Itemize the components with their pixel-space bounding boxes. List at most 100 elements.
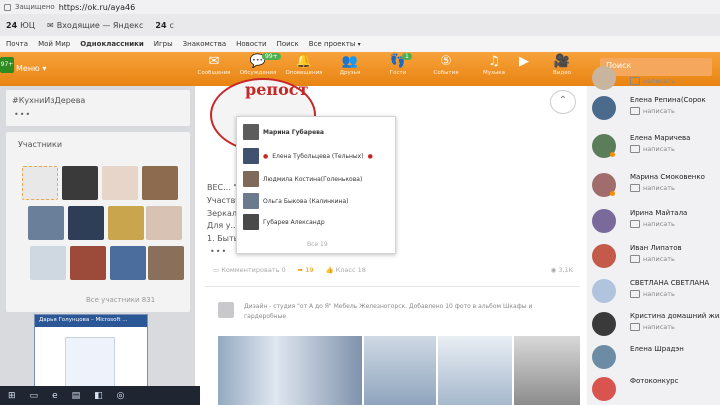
friend-item[interactable]: Кристина домашний жил написать — [590, 310, 720, 340]
member-thumb[interactable] — [28, 206, 64, 240]
member-thumb[interactable] — [142, 166, 178, 200]
avatar — [243, 124, 259, 140]
avatar — [243, 171, 259, 187]
chevron-down-icon: ▾ — [357, 41, 361, 48]
nav-all-projects[interactable]: Все проекты ▾ — [309, 40, 361, 48]
avatar — [592, 209, 616, 233]
member-thumb[interactable] — [146, 206, 182, 240]
friend-item[interactable]: СВЕТЛАНА СВЕТЛАНА написать — [590, 277, 720, 307]
windows-taskbar: ⊞ ▭ e ▤ ◧ ◎ — [0, 386, 200, 405]
folder-icon[interactable]: ▤ — [72, 391, 81, 401]
tool-events[interactable]: ⑤ События — [424, 54, 468, 76]
store-icon[interactable]: ◧ — [94, 391, 103, 401]
write-link[interactable]: написать — [630, 290, 675, 298]
member-thumb[interactable] — [70, 246, 106, 280]
friend-item[interactable]: Марина Смоковенко написать — [590, 171, 720, 201]
online-indicator — [610, 152, 615, 157]
tool-discussions[interactable]: 💬 Обсуждения 99+ — [236, 53, 281, 76]
video-icon: 🎥 — [553, 54, 571, 69]
member-thumb[interactable] — [110, 246, 146, 280]
address-bar[interactable]: Защищено https://ok.ru/aya46 — [0, 0, 720, 14]
tool-messages[interactable]: ✉ Сообщения — [192, 54, 236, 76]
write-link[interactable]: написать — [630, 220, 675, 228]
mail-icon: ✉ — [47, 20, 54, 30]
reshare-button[interactable]: ➦ 19 — [298, 266, 314, 274]
album-photo-2[interactable] — [364, 336, 436, 405]
all-members-link[interactable]: Все участники 831 — [86, 296, 155, 304]
liker-row[interactable]: Губарев Александр — [243, 213, 325, 231]
member-thumb[interactable] — [108, 206, 144, 240]
member-thumb[interactable] — [68, 206, 104, 240]
liker-row[interactable]: Ольга Быкова (Калинкина) — [243, 192, 349, 210]
group-avatar[interactable] — [218, 302, 234, 318]
write-link[interactable]: написать — [630, 145, 675, 153]
bookmarks-bar: 24 ЮЦ ✉ Входящие — Яндекс 24 с — [0, 14, 720, 36]
friend-item[interactable]: Елена Маричева написать — [590, 132, 720, 162]
friend-item[interactable]: написать — [590, 64, 720, 94]
friend-item[interactable]: Фотоконкурс — [590, 375, 720, 405]
friend-item[interactable]: Ирина Майтала написать — [590, 207, 720, 237]
chrome-icon[interactable]: ◎ — [117, 391, 125, 401]
edge-icon[interactable]: e — [52, 391, 58, 401]
friend-item[interactable]: Елена Шрадэн — [590, 343, 720, 373]
comment-button[interactable]: ▭ Комментировать 0 — [213, 266, 286, 274]
member-thumb[interactable] — [30, 246, 66, 280]
avatar — [592, 244, 616, 268]
nav-search[interactable]: Поиск — [277, 40, 299, 48]
tool-guests[interactable]: 👣 Гости 1 — [376, 53, 420, 76]
bookmark-3[interactable]: 24 с — [155, 21, 174, 30]
nav-my-world[interactable]: Мой Мир — [38, 40, 70, 48]
post2-text[interactable]: Дизайн - студия "от А до Я" Мебель Желез… — [244, 302, 534, 322]
ball-icon: ● — [367, 152, 373, 160]
liker-row[interactable]: ● Елена Тубольцева (Тельных) ● — [243, 147, 373, 165]
windows-start-icon[interactable]: ⊞ — [8, 391, 16, 401]
more-dots-icon[interactable]: ••• — [14, 110, 31, 119]
secure-label: Защищено — [15, 3, 55, 11]
menu-button[interactable]: Меню ▾ — [16, 64, 46, 73]
write-link[interactable]: написать — [630, 255, 675, 263]
nav-odnoklassniki[interactable]: Одноклассники — [80, 40, 144, 48]
all-likers-link[interactable]: Все 19 — [307, 241, 328, 248]
member-thumb[interactable] — [102, 166, 138, 200]
nav-games[interactable]: Игры — [154, 40, 173, 48]
tool-alerts[interactable]: 🔔 Оповещения — [282, 54, 326, 76]
tool-friends[interactable]: 👥 Друзья — [328, 54, 372, 76]
nav-dating[interactable]: Знакомства — [183, 40, 227, 48]
liker-row[interactable]: Людмила Костина(Голенькова) — [243, 170, 362, 188]
scroll-up-button[interactable]: ⌃ — [550, 90, 576, 114]
liker-row[interactable]: Марина Губарева — [243, 123, 324, 141]
member-thumb[interactable] — [148, 246, 184, 280]
avatar — [243, 193, 259, 209]
avatar — [592, 377, 616, 401]
album-photo-1[interactable] — [218, 336, 362, 405]
post-separator — [205, 286, 580, 287]
tool-video[interactable]: 🎥 Видео — [540, 54, 584, 76]
envelope-icon — [630, 77, 640, 85]
project-nav: Почта Мой Мир Одноклассники Игры Знакомс… — [0, 36, 720, 52]
write-link[interactable]: написать — [630, 77, 675, 85]
member-thumb[interactable] — [62, 166, 98, 200]
task-view-icon[interactable]: ▭ — [30, 391, 39, 401]
friend-item[interactable]: Елена Репина(Сорок написать — [590, 94, 720, 124]
members-placeholder-icon[interactable] — [22, 166, 58, 200]
envelope-icon — [630, 107, 640, 115]
hashtag-text[interactable]: #КухниИзДерева — [12, 96, 85, 105]
bookmark-1[interactable]: 24 ЮЦ — [6, 21, 35, 30]
ok-logo-badge[interactable]: 97+ — [0, 57, 14, 73]
class-button[interactable]: 👍 Класс 18 — [325, 266, 365, 274]
envelope-icon — [630, 220, 640, 228]
write-link[interactable]: написать — [630, 323, 675, 331]
post-more-icon[interactable]: ••• — [210, 247, 227, 256]
avatar — [592, 345, 616, 369]
url-text[interactable]: https://ok.ru/aya46 — [59, 3, 136, 12]
write-link[interactable]: написать — [630, 107, 675, 115]
album-photo-3[interactable] — [438, 336, 512, 405]
friend-item[interactable]: Иван Липатов написать — [590, 242, 720, 272]
album-photo-4[interactable] — [514, 336, 580, 405]
envelope-icon — [630, 184, 640, 192]
write-link[interactable]: написать — [630, 184, 675, 192]
nav-mail[interactable]: Почта — [6, 40, 28, 48]
events-icon: ⑤ — [440, 54, 452, 69]
nav-news[interactable]: Новости — [236, 40, 266, 48]
bookmark-2[interactable]: ✉ Входящие — Яндекс — [47, 21, 143, 30]
